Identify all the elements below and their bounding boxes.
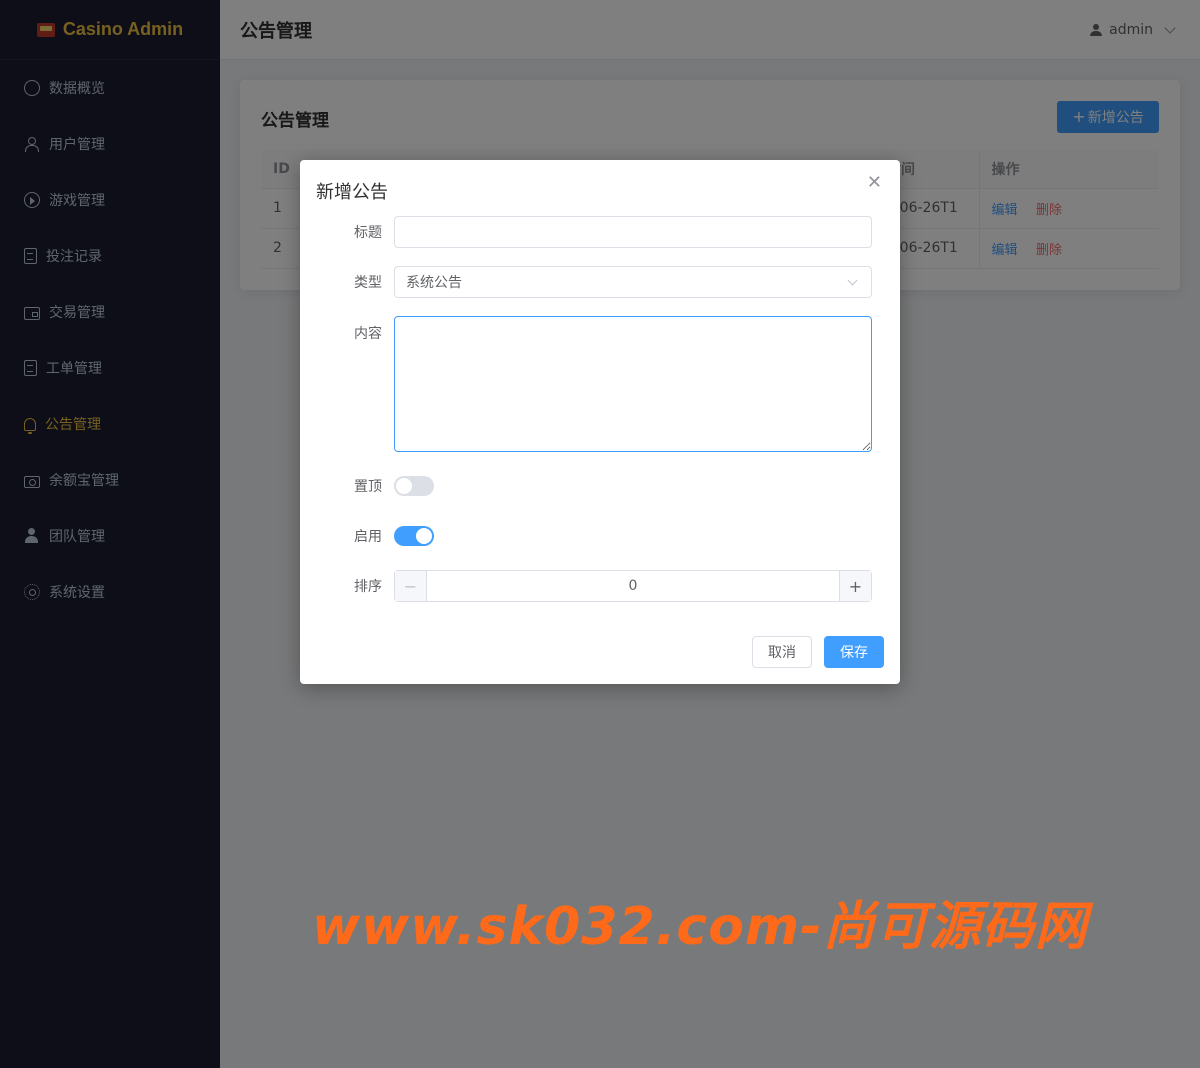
type-select-value: 系统公告 [406,275,462,291]
close-icon[interactable]: ✕ [867,174,882,192]
cancel-button[interactable]: 取消 [752,636,812,668]
enabled-row: 启用 [300,526,900,546]
sort-stepper: − 0 + [394,570,872,602]
increment-button[interactable]: + [839,571,871,601]
add-announcement-dialog: 新增公告 ✕ 标题 类型 系统公告 内容 置顶 启用 排序 − 0 + 取消 保… [300,160,900,684]
sort-value[interactable]: 0 [427,578,839,594]
type-label: 类型 [354,275,382,291]
sort-row: 排序 − 0 + [300,570,900,602]
sort-label: 排序 [354,579,382,595]
content-row: 内容 [300,316,900,452]
enabled-label: 启用 [354,529,382,545]
title-row: 标题 [300,216,900,248]
pinned-row: 置顶 [300,476,900,496]
content-textarea[interactable] [394,316,872,452]
type-select[interactable]: 系统公告 [394,266,872,298]
decrement-button[interactable]: − [395,571,427,601]
watermark-text: www.sk032.com-尚可源码网 [312,897,1088,957]
type-row: 类型 系统公告 [300,266,900,298]
save-button[interactable]: 保存 [824,636,884,668]
content-label: 内容 [354,326,382,342]
dialog-title: 新增公告 [316,182,388,203]
enabled-toggle[interactable] [394,526,434,546]
title-input[interactable] [394,216,872,248]
title-label: 标题 [354,225,382,241]
pinned-label: 置顶 [354,479,382,495]
chevron-down-icon [847,275,858,285]
pinned-toggle[interactable] [394,476,434,496]
